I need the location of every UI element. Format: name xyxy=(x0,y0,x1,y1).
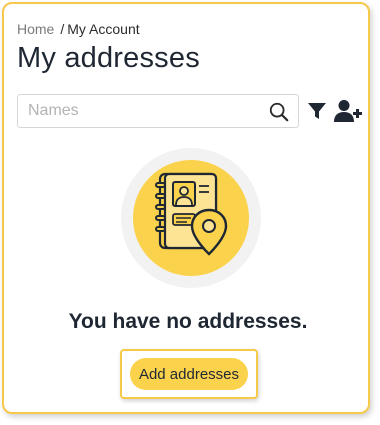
filter-icon[interactable] xyxy=(307,101,327,121)
add-addresses-button[interactable]: Add addresses xyxy=(130,358,248,390)
breadcrumb-separator: / xyxy=(60,21,65,37)
search-icon[interactable] xyxy=(268,101,290,123)
empty-state-message: You have no addresses. xyxy=(68,310,308,333)
breadcrumb: Home / My Account xyxy=(17,21,140,37)
page-title: My addresses xyxy=(17,42,200,74)
breadcrumb-home-link[interactable]: Home xyxy=(17,21,54,37)
address-book-illustration xyxy=(121,148,261,288)
add-addresses-button-frame: Add addresses xyxy=(120,349,258,399)
search-input[interactable] xyxy=(28,95,253,127)
add-user-icon[interactable] xyxy=(334,99,362,123)
breadcrumb-current[interactable]: My Account xyxy=(67,21,139,37)
search-field[interactable] xyxy=(17,94,299,128)
addresses-card: Home / My Account My addresses Names You… xyxy=(2,2,370,414)
